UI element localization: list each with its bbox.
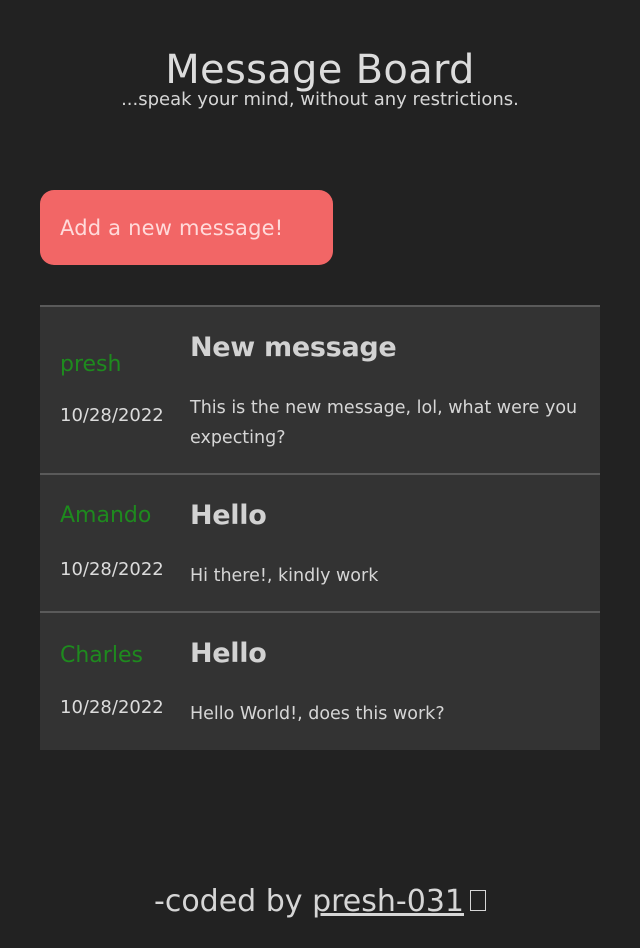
footer-prefix: -coded by — [154, 884, 313, 919]
author-link[interactable]: presh-031 — [312, 884, 464, 919]
message-author: Charles — [60, 643, 143, 668]
footer: -coded by presh-031 — [0, 884, 640, 919]
add-message-button[interactable]: Add a new message! — [40, 190, 333, 265]
message-title: New message — [190, 332, 397, 363]
message-author: presh — [60, 352, 122, 377]
message-text: This is the new message, lol, what were … — [190, 398, 578, 448]
message-text: Hi there!, kindly work — [190, 566, 379, 586]
missing-glyph-icon — [470, 890, 486, 911]
page-header: Message Board ...speak your mind, withou… — [0, 44, 640, 120]
message-list: presh 10/28/2022 New message This is the… — [40, 305, 600, 750]
page-subtitle: ...speak your mind, without any restrict… — [121, 89, 519, 110]
message-text: Hello World!, does this work? — [190, 704, 445, 724]
message-date: 10/28/2022 — [60, 559, 164, 580]
message-author: Amando — [60, 503, 152, 528]
message-title: Hello — [190, 500, 267, 531]
message-title: Hello — [190, 638, 267, 669]
message-date: 10/28/2022 — [60, 697, 164, 718]
message-item: Amando 10/28/2022 Hello Hi there!, kindl… — [40, 475, 600, 613]
message-item: Charles 10/28/2022 Hello Hello World!, d… — [40, 613, 600, 750]
message-item: presh 10/28/2022 New message This is the… — [40, 307, 600, 475]
message-date: 10/28/2022 — [60, 405, 164, 426]
